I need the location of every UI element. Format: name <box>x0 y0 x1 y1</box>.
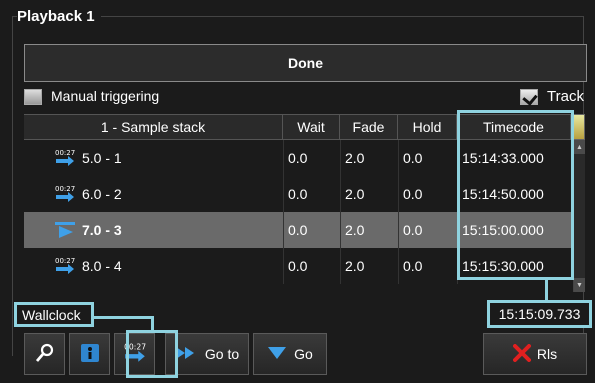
highlight-connector <box>151 316 154 332</box>
highlight-connector <box>90 316 154 319</box>
go-label: Go <box>294 346 313 362</box>
status-text: Done <box>288 55 323 71</box>
scroll-down-icon[interactable]: ▼ <box>574 278 585 292</box>
close-icon <box>512 343 531 365</box>
table-header: 1 - Sample stack Wait Fade Hold Timecode <box>24 114 571 140</box>
cue-timecode: 15:14:33.000 <box>457 140 571 176</box>
go-triangle-icon <box>267 346 287 363</box>
wallclock-button[interactable]: 00:27 <box>114 333 155 375</box>
toolbar: 00:27 Go to Go <box>24 333 331 375</box>
cue-name: 5.0 - 1 <box>82 150 122 166</box>
search-button[interactable] <box>24 333 65 375</box>
goto-label: Go to <box>204 346 240 362</box>
info-button[interactable] <box>69 333 110 375</box>
cue-wait: 0.0 <box>283 176 340 212</box>
column-header-name[interactable]: 1 - Sample stack <box>24 115 283 139</box>
scroll-up-icon[interactable]: ▲ <box>574 140 585 154</box>
cue-fade: 2.0 <box>340 212 398 248</box>
cue-name: 6.0 - 2 <box>82 186 122 202</box>
cue-fade: 2.0 <box>340 140 398 176</box>
cue-hold: 0.0 <box>398 248 457 284</box>
cue-timecode: 15:14:50.000 <box>457 176 571 212</box>
manual-triggering-label: Manual triggering <box>51 88 160 104</box>
current-cue-play-icon <box>54 219 76 241</box>
cue-name: 8.0 - 4 <box>82 258 122 274</box>
cue-hold: 0.0 <box>398 212 457 248</box>
wallclock-trigger-icon: 00:27 <box>54 255 76 277</box>
wallclock-label: Wallclock <box>14 302 94 327</box>
svg-text:00:27: 00:27 <box>55 257 75 265</box>
column-chooser-icon[interactable] <box>571 114 585 140</box>
table-row[interactable]: 00:27 8.0 - 4 0.0 2.0 0.0 15:15:30.000 <box>24 248 571 284</box>
table-row[interactable]: 00:27 5.0 - 1 0.0 2.0 0.0 15:14:33.000 <box>24 140 571 176</box>
cue-wait: 0.0 <box>283 248 340 284</box>
cue-fade: 2.0 <box>340 176 398 212</box>
svg-text:00:27: 00:27 <box>124 342 146 351</box>
table-row-selected[interactable]: 7.0 - 3 0.0 2.0 0.0 15:15:00.000 <box>24 212 571 248</box>
column-header-wait[interactable]: Wait <box>283 115 340 139</box>
track-checkbox[interactable] <box>520 89 538 105</box>
info-icon <box>80 343 100 366</box>
wallclock-trigger-icon: 00:27 <box>123 341 147 368</box>
svg-text:00:27: 00:27 <box>55 149 75 157</box>
cue-fade: 2.0 <box>340 248 398 284</box>
column-header-timecode[interactable]: Timecode <box>457 115 571 139</box>
cue-wait: 0.0 <box>283 212 340 248</box>
manual-triggering-checkbox[interactable] <box>24 89 42 105</box>
go-button[interactable]: Go <box>253 333 327 375</box>
vertical-scrollbar[interactable]: ▲ ▼ <box>573 140 585 292</box>
cue-table: 1 - Sample stack Wait Fade Hold Timecode… <box>24 114 571 284</box>
column-header-hold[interactable]: Hold <box>398 115 457 139</box>
cue-hold: 0.0 <box>398 140 457 176</box>
cue-wait: 0.0 <box>283 140 340 176</box>
fast-forward-icon <box>175 346 197 363</box>
highlight-connector <box>545 280 548 302</box>
wallclock-trigger-icon: 00:27 <box>54 147 76 169</box>
wallclock-trigger-icon: 00:27 <box>54 183 76 205</box>
cue-timecode: 15:15:00.000 <box>457 212 571 248</box>
column-header-fade[interactable]: Fade <box>340 115 398 139</box>
panel-title: Playback 1 <box>17 8 101 25</box>
release-label: Rls <box>536 346 558 362</box>
release-button[interactable]: Rls <box>483 333 587 375</box>
clock-readout: 15:15:09.733 <box>487 300 592 328</box>
magnifier-icon <box>34 342 56 367</box>
status-bar: Done <box>24 44 587 82</box>
track-label: Track <box>547 88 584 105</box>
table-row[interactable]: 00:27 6.0 - 2 0.0 2.0 0.0 15:14:50.000 <box>24 176 571 212</box>
cue-hold: 0.0 <box>398 176 457 212</box>
cue-name: 7.0 - 3 <box>82 222 122 238</box>
goto-button[interactable]: Go to <box>165 333 249 375</box>
cue-timecode: 15:15:30.000 <box>457 248 571 284</box>
svg-text:00:27: 00:27 <box>55 185 75 193</box>
